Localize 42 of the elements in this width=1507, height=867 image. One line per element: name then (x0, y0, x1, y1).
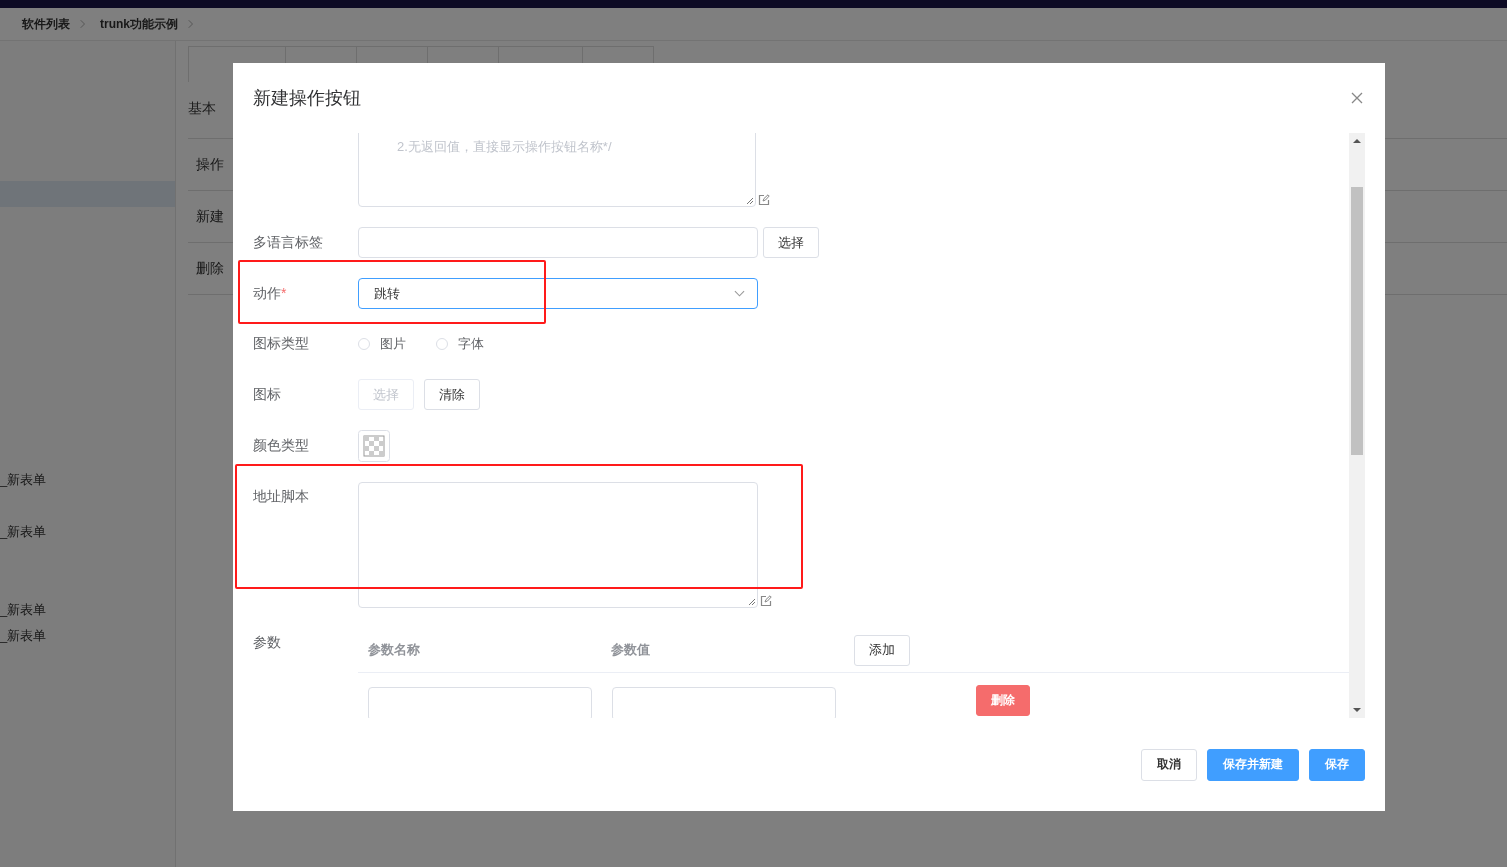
sidebar-item[interactable]: _新表单 (0, 523, 175, 541)
sidebar-item[interactable]: _新表单 (0, 601, 175, 619)
field-label: 图标 (253, 385, 282, 404)
field-label: 动作* (253, 284, 288, 303)
dialog-title: 新建操作按钮 (253, 87, 361, 110)
radio-option[interactable]: 图片 (358, 335, 406, 353)
dropdown-caret-icon (734, 290, 745, 297)
field-label: 颜色类型 (253, 437, 310, 455)
table-cell: 操作 (196, 155, 224, 174)
section-title: 基本 (188, 100, 216, 118)
edit-icon[interactable] (760, 595, 772, 607)
footer-button[interactable]: 保存 (1309, 748, 1365, 781)
field-label: 地址脚本 (253, 487, 310, 506)
sidebar-item[interactable]: _新表单 (0, 471, 175, 489)
footer-button[interactable]: 保存并新建 (1207, 748, 1299, 781)
action-select[interactable]: 跳转 (358, 278, 758, 309)
column-header: 参数名称 (368, 641, 421, 659)
delete-button[interactable]: 删除 (976, 685, 1030, 716)
i18n-label-field[interactable] (358, 227, 758, 258)
table-cell: 删除 (196, 259, 224, 278)
edit-icon[interactable] (758, 194, 770, 206)
resize-grip-icon (746, 197, 754, 205)
color-picker[interactable] (358, 430, 390, 462)
scrollbar[interactable] (1349, 133, 1365, 718)
column-header: 参数值 (611, 641, 651, 659)
param-value-field[interactable] (612, 687, 836, 718)
table-cell: 新建 (196, 207, 224, 226)
footer-button[interactable]: 取消 (1141, 748, 1197, 781)
icon-button[interactable]: 清除 (424, 379, 480, 410)
script-hint-line: 2.无返回值，直接显示操作按钮名称*/ (397, 138, 613, 156)
field-label: 多语言标签 (253, 233, 324, 252)
resize-grip-icon (748, 598, 756, 606)
breadcrumb-link[interactable]: trunk功能示例 (100, 15, 178, 33)
param-name-field[interactable] (368, 687, 592, 718)
field-label: 参数 (253, 633, 282, 652)
field-label: 图标类型 (253, 335, 310, 353)
breadcrumb-link[interactable]: 软件列表 (22, 15, 70, 33)
close-icon[interactable] (1351, 92, 1363, 104)
radio-option[interactable]: 字体 (436, 335, 484, 353)
sidebar-item[interactable]: _新表单 (0, 627, 175, 645)
add-button[interactable]: 添加 (854, 634, 910, 666)
select-button[interactable]: 选择 (763, 227, 819, 258)
